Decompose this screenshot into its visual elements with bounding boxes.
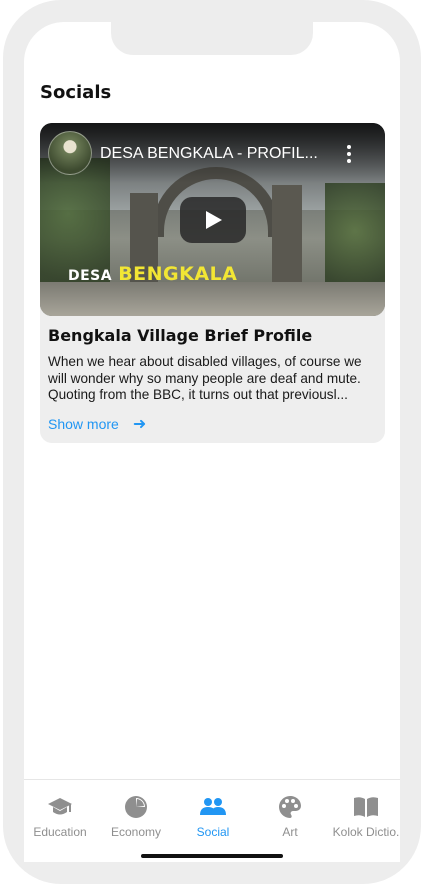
nav-label-social: Social [196, 825, 230, 839]
video-card[interactable]: DESA BENGKALA - PROFIL... DESA BENGKALA … [40, 123, 385, 443]
video-player[interactable]: DESA BENGKALA - PROFIL... DESA BENGKALA [40, 123, 385, 316]
show-more-label: Show more [48, 415, 119, 432]
nav-item-kolok-dictionary[interactable]: Kolok Dictio. [328, 794, 404, 839]
home-indicator [141, 854, 283, 858]
nav-item-economy[interactable]: Economy [98, 794, 174, 839]
nav-item-education[interactable]: Education [22, 794, 98, 839]
nav-item-art[interactable]: Art [252, 794, 328, 839]
video-thumbnail-road [40, 282, 385, 316]
people-icon [175, 794, 251, 820]
play-icon [206, 211, 222, 229]
graduation-cap-icon [22, 794, 98, 820]
card-description: When we hear about disabled villages, of… [48, 354, 362, 402]
card-body: Bengkala Village Brief Profile When we h… [40, 316, 385, 434]
more-options-icon[interactable] [344, 145, 354, 163]
nav-label-education: Education [33, 825, 87, 839]
pie-chart-icon [98, 794, 174, 820]
nav-label-kolok-dictionary: Kolok Dictio. [332, 825, 400, 839]
channel-avatar[interactable] [48, 131, 92, 175]
nav-item-social[interactable]: Social [175, 794, 251, 839]
nav-label-economy: Economy [110, 825, 162, 839]
show-more-link[interactable]: Show more ➜ [48, 414, 377, 434]
notch [111, 22, 313, 55]
nav-label-art: Art [282, 825, 298, 839]
bottom-navigation: Education Economy Social Art Kolok Dicti… [24, 779, 400, 862]
card-title: Bengkala Village Brief Profile [48, 326, 313, 345]
video-title[interactable]: DESA BENGKALA - PROFIL... [100, 145, 330, 163]
play-button[interactable] [180, 197, 246, 243]
brand-word-bengkala: BENGKALA [118, 263, 238, 285]
book-icon [328, 794, 404, 820]
palette-icon [252, 794, 328, 820]
video-brand-text: DESA BENGKALA [68, 263, 237, 285]
brand-word-desa: DESA [68, 268, 113, 284]
arrow-right-icon: ➜ [132, 415, 147, 433]
page-title: Socials [40, 82, 112, 103]
